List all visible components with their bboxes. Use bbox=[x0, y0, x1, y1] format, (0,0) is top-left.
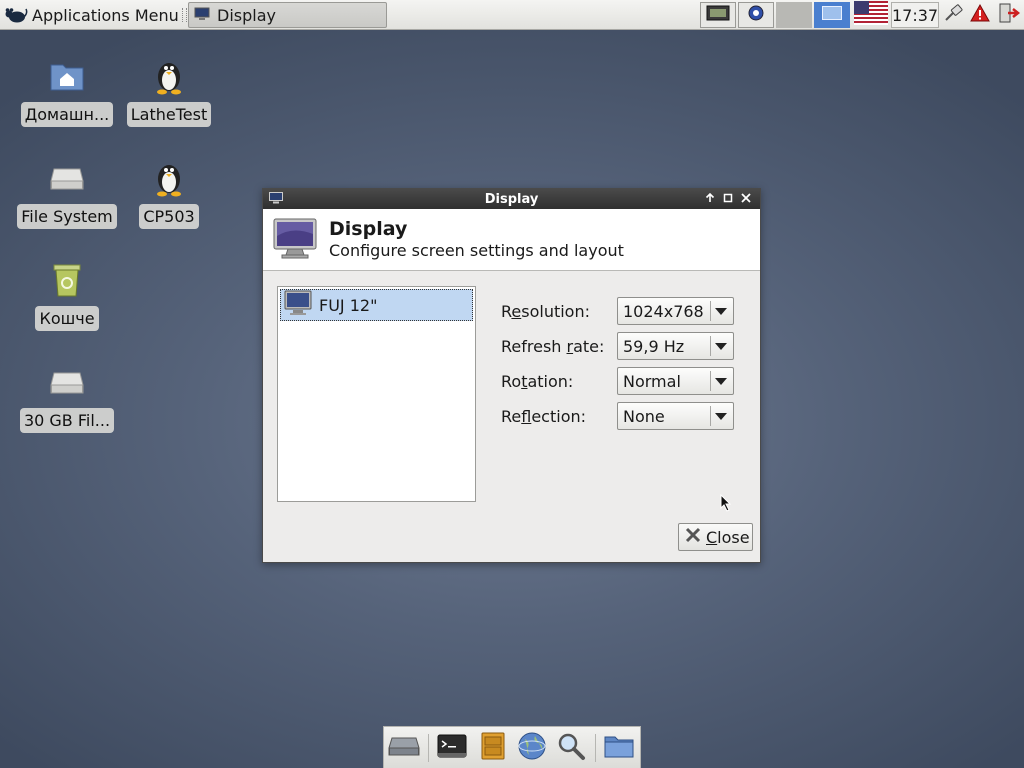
desktop-icon-label: CP503 bbox=[139, 204, 199, 229]
tray-network-button[interactable] bbox=[738, 2, 774, 28]
drive-icon bbox=[47, 362, 87, 402]
window-titlebar[interactable]: Display bbox=[263, 189, 760, 209]
display-settings-dialog: Display Display Configure screen setting… bbox=[262, 188, 761, 563]
search-icon bbox=[556, 731, 586, 765]
taskbar-display-label: Display bbox=[217, 5, 276, 25]
reflection-combobox[interactable]: None bbox=[617, 402, 734, 430]
logout-icon bbox=[998, 3, 1021, 27]
resolution-combobox[interactable]: 1024x768 bbox=[617, 297, 734, 325]
applications-menu-button[interactable]: Applications Menu bbox=[4, 0, 179, 30]
dock-show-desktop[interactable] bbox=[388, 732, 420, 764]
desktop-icon-label: Кошче bbox=[35, 306, 99, 331]
drive-icon bbox=[47, 158, 87, 198]
resolution-value: 1024x768 bbox=[623, 302, 704, 321]
desktop-icon-label: File System bbox=[17, 204, 117, 229]
refresh-rate-combobox[interactable]: 59,9 Hz bbox=[617, 332, 734, 360]
refresh-rate-label: Refresh rate: bbox=[501, 337, 605, 356]
drive-icon bbox=[388, 735, 420, 761]
terminal-icon bbox=[437, 734, 467, 762]
display-list[interactable]: FUJ 12" bbox=[277, 286, 476, 502]
penguin-icon bbox=[149, 158, 189, 198]
desktop-icon-trash[interactable]: Кошче bbox=[17, 260, 117, 331]
tray-power-button[interactable] bbox=[942, 2, 966, 28]
close-button[interactable]: Close bbox=[678, 523, 753, 551]
dropdown-arrow-icon bbox=[715, 413, 727, 420]
penguin-icon bbox=[149, 56, 189, 96]
desktop-icon-30gb-volume[interactable]: 30 GB Fil... bbox=[17, 362, 117, 433]
tray-warning-button[interactable] bbox=[968, 2, 992, 28]
dock-terminal[interactable] bbox=[436, 732, 468, 764]
display-monitor-icon bbox=[273, 218, 317, 264]
mouse-cursor-icon bbox=[720, 493, 732, 516]
close-window-button[interactable] bbox=[738, 191, 754, 207]
us-flag-icon bbox=[854, 1, 888, 29]
keyboard-layout-button[interactable] bbox=[853, 1, 889, 29]
workspace-2[interactable] bbox=[814, 2, 850, 28]
desktop-icon-label: 30 GB Fil... bbox=[19, 408, 115, 433]
folder-icon bbox=[604, 734, 634, 762]
desktop-icon-home[interactable]: Домашн... bbox=[17, 56, 117, 127]
window-title: Display bbox=[484, 192, 539, 207]
dialog-subheading: Configure screen settings and layout bbox=[329, 241, 624, 260]
reflection-label: Reflection: bbox=[501, 407, 587, 426]
top-panel: Applications Menu Display 17:37 bbox=[0, 0, 1024, 30]
rotation-combobox[interactable]: Normal bbox=[617, 367, 734, 395]
power-cable-icon bbox=[944, 4, 964, 26]
reflection-value: None bbox=[623, 407, 665, 426]
rotation-label: Rotation: bbox=[501, 372, 574, 391]
dock-app-finder[interactable] bbox=[555, 732, 587, 764]
refresh-rate-value: 59,9 Hz bbox=[623, 337, 685, 356]
clock[interactable]: 17:37 bbox=[891, 2, 939, 28]
dropdown-arrow-icon bbox=[715, 308, 727, 315]
workspace-1[interactable] bbox=[776, 2, 812, 28]
tray-terminal-button[interactable] bbox=[700, 2, 736, 28]
desktop-icon-label: LatheTest bbox=[126, 102, 212, 127]
display-name: FUJ 12" bbox=[319, 295, 378, 315]
close-button-label: Close bbox=[706, 527, 750, 547]
resolution-label: Resolution: bbox=[501, 302, 590, 321]
dropdown-arrow-icon bbox=[715, 343, 727, 350]
panel-separator bbox=[182, 8, 187, 22]
home-folder-icon bbox=[47, 56, 87, 96]
dock-file-manager[interactable] bbox=[477, 732, 509, 764]
dialog-heading: Display bbox=[329, 218, 408, 240]
dropdown-arrow-icon bbox=[715, 378, 727, 385]
warning-icon bbox=[970, 3, 990, 26]
dock-web-browser[interactable] bbox=[516, 732, 548, 764]
file-cabinet-icon bbox=[481, 732, 505, 764]
logout-button[interactable] bbox=[996, 2, 1022, 28]
maximize-button[interactable] bbox=[720, 191, 736, 207]
monitor-icon bbox=[194, 6, 210, 25]
rotation-value: Normal bbox=[623, 372, 681, 391]
globe-icon bbox=[517, 731, 547, 765]
desktop-icon-filesystem[interactable]: File System bbox=[17, 158, 117, 229]
desktop-icon-lathetest[interactable]: LatheTest bbox=[119, 56, 219, 127]
network-globe-icon bbox=[746, 3, 766, 27]
desktop-icon-label: Домашн... bbox=[20, 102, 114, 127]
display-list-item[interactable]: FUJ 12" bbox=[280, 289, 473, 321]
shade-button[interactable] bbox=[702, 191, 718, 207]
desktop-icon-cp503[interactable]: CP503 bbox=[119, 158, 219, 229]
trash-icon bbox=[47, 260, 87, 300]
dialog-header: Display Configure screen settings and la… bbox=[263, 209, 760, 271]
monitor-icon bbox=[284, 289, 312, 321]
terminal-icon bbox=[706, 5, 730, 25]
close-icon bbox=[684, 526, 702, 548]
applications-menu-label: Applications Menu bbox=[32, 5, 179, 25]
taskbar-display-button[interactable]: Display bbox=[188, 2, 387, 28]
dock-folder[interactable] bbox=[603, 732, 635, 764]
bottom-dock bbox=[383, 726, 641, 768]
xfce-mouse-icon bbox=[4, 5, 28, 25]
window-preview-icon bbox=[822, 6, 842, 24]
